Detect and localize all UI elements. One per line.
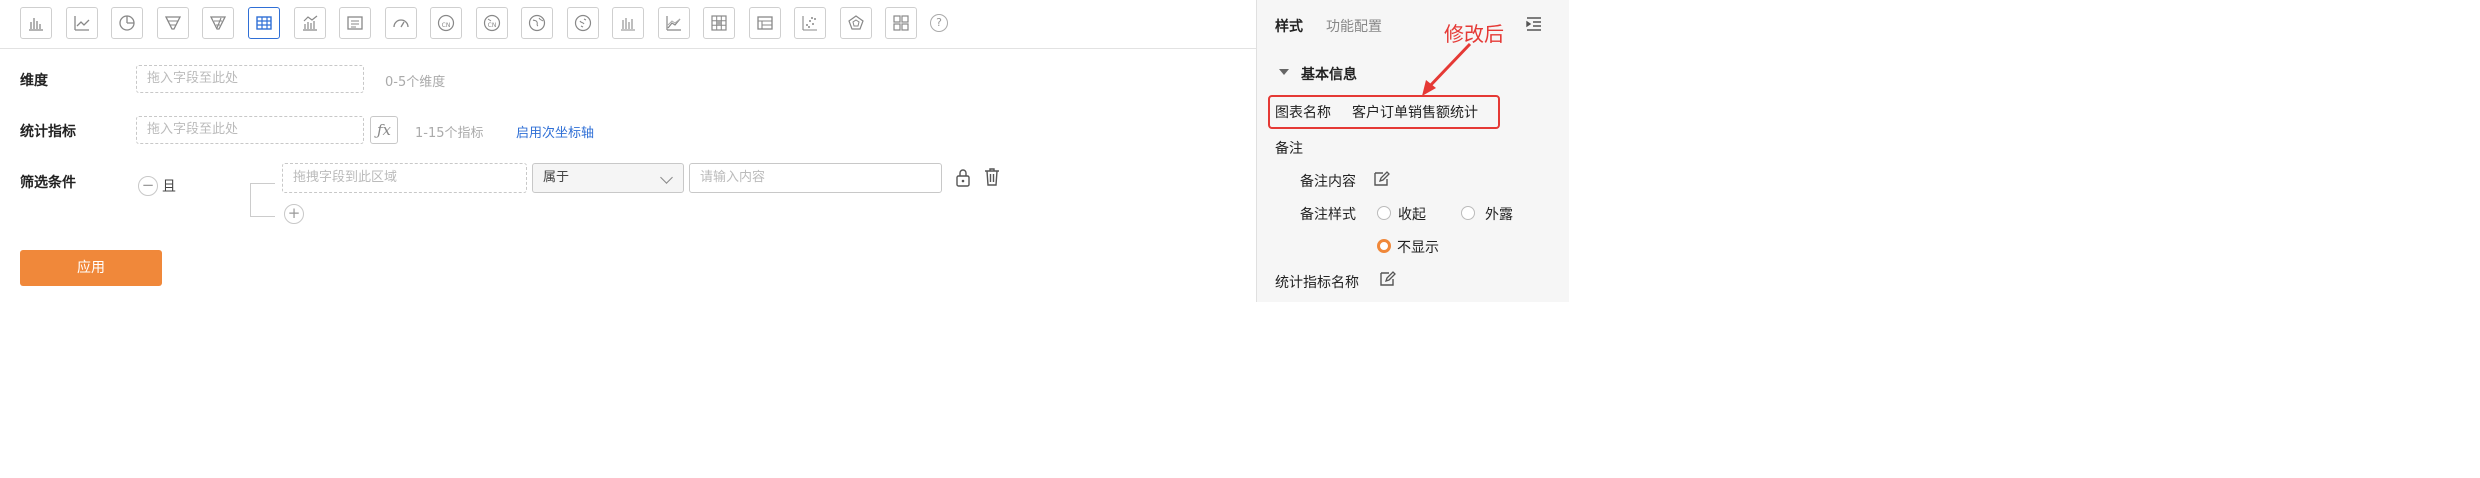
annotation-highlight-box bbox=[1268, 95, 1500, 129]
chevron-down-icon bbox=[660, 171, 673, 184]
metric-label: 统计指标 bbox=[20, 124, 76, 140]
formula-button[interactable]: ƒx bbox=[370, 116, 398, 144]
dimension-label: 维度 bbox=[20, 73, 48, 89]
remark-label: 备注 bbox=[1275, 141, 1303, 157]
radio-hidden[interactable] bbox=[1377, 239, 1391, 253]
radio-hidden-label[interactable]: 不显示 bbox=[1397, 237, 1439, 257]
filter-field-drop-zone[interactable]: 拖拽字段到此区域 bbox=[282, 163, 527, 193]
edit-remark-icon[interactable] bbox=[1372, 170, 1390, 188]
edit-metric-name-icon[interactable] bbox=[1378, 270, 1396, 288]
scatter-icon[interactable] bbox=[794, 7, 826, 39]
radio-collapse-label[interactable]: 收起 bbox=[1398, 204, 1426, 224]
lock-icon[interactable] bbox=[954, 168, 972, 188]
settings-panel: 样式 功能配置 基本信息 图表名称 客户订单销售额统计 备注 备注内容 备注样式… bbox=[1256, 0, 1569, 302]
metric-drop-zone[interactable]: 拖入字段至此处 bbox=[136, 116, 364, 144]
grid-layout-icon[interactable] bbox=[885, 7, 917, 39]
area-chart-icon[interactable] bbox=[658, 7, 690, 39]
dimension-drop-zone[interactable]: 拖入字段至此处 bbox=[136, 65, 364, 93]
svg-text:CN: CN bbox=[442, 22, 451, 29]
china-map-alt-icon[interactable]: CN bbox=[476, 7, 508, 39]
operator-value: 属于 bbox=[543, 170, 570, 185]
annotation-arrow-icon bbox=[1422, 42, 1472, 96]
world-map-icon[interactable] bbox=[521, 7, 553, 39]
filter-label: 筛选条件 bbox=[20, 175, 76, 191]
chart-type-toolbar: CN CN ? bbox=[0, 0, 1256, 49]
line-chart-icon[interactable] bbox=[66, 7, 98, 39]
apply-button[interactable]: 应用 bbox=[20, 250, 162, 286]
help-icon[interactable]: ? bbox=[930, 14, 948, 32]
condition-bracket bbox=[250, 183, 275, 217]
radar-icon[interactable] bbox=[840, 7, 872, 39]
heatmap-icon[interactable] bbox=[703, 7, 735, 39]
filtered-funnel-icon[interactable] bbox=[202, 7, 234, 39]
section-basic-info[interactable]: 基本信息 bbox=[1301, 64, 1357, 84]
tab-style[interactable]: 样式 bbox=[1275, 16, 1303, 36]
vertical-bars-icon[interactable] bbox=[612, 7, 644, 39]
logic-and-label[interactable]: 且 bbox=[162, 176, 176, 196]
column-line-icon[interactable] bbox=[294, 7, 326, 39]
radio-collapse[interactable] bbox=[1377, 206, 1391, 220]
radio-expose-label[interactable]: 外露 bbox=[1485, 204, 1513, 224]
dimension-hint: 0-5个维度 bbox=[385, 75, 446, 90]
pie-chart-icon[interactable] bbox=[111, 7, 143, 39]
svg-text:CN: CN bbox=[488, 22, 497, 29]
metric-hint: 1-15个指标 bbox=[415, 126, 484, 141]
radio-expose[interactable] bbox=[1461, 206, 1475, 220]
text-card-icon[interactable] bbox=[339, 7, 371, 39]
tab-function-config[interactable]: 功能配置 bbox=[1326, 16, 1382, 36]
table-icon[interactable] bbox=[248, 7, 280, 39]
funnel-icon[interactable] bbox=[157, 7, 189, 39]
globe-icon[interactable] bbox=[567, 7, 599, 39]
add-condition-button[interactable]: + bbox=[284, 204, 304, 224]
remove-condition-button[interactable]: − bbox=[138, 176, 158, 196]
filter-value-input[interactable]: 请输入内容 bbox=[689, 163, 942, 193]
remark-style-label: 备注样式 bbox=[1300, 207, 1356, 223]
caret-down-icon[interactable] bbox=[1279, 69, 1289, 75]
remark-content-label: 备注内容 bbox=[1300, 174, 1356, 190]
gauge-icon[interactable] bbox=[385, 7, 417, 39]
operator-select[interactable]: 属于 bbox=[532, 163, 684, 193]
bar-chart-icon[interactable] bbox=[20, 7, 52, 39]
delete-icon[interactable] bbox=[983, 167, 1001, 187]
crosstab-icon[interactable] bbox=[749, 7, 781, 39]
enable-secondary-axis-link[interactable]: 启用次坐标轴 bbox=[516, 122, 594, 141]
collapse-panel-icon[interactable] bbox=[1525, 16, 1543, 32]
china-map-icon[interactable]: CN bbox=[430, 7, 462, 39]
metric-name-label: 统计指标名称 bbox=[1275, 275, 1359, 291]
chart-editor-main: CN CN ? 维度 拖入字段至此处 0-5个维度 统计指标 拖入字段至此处 ƒ… bbox=[0, 0, 1256, 302]
